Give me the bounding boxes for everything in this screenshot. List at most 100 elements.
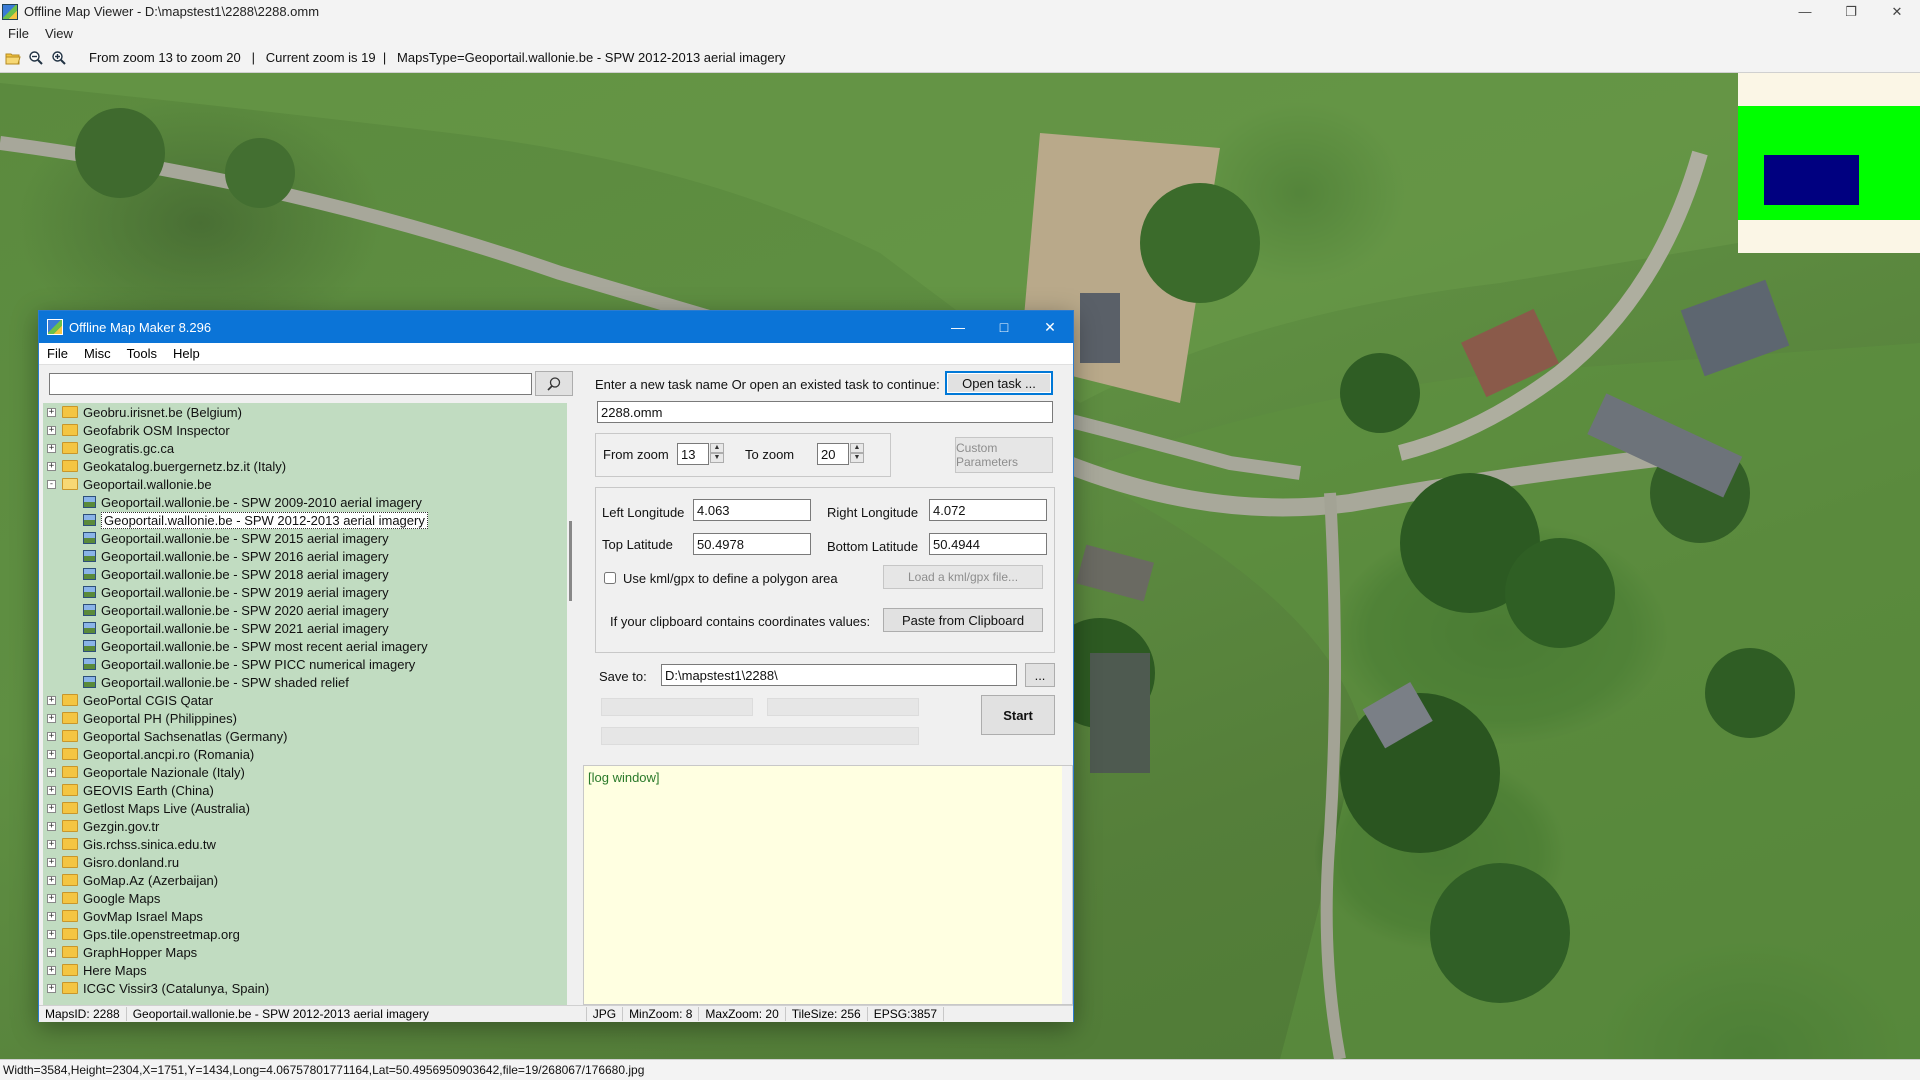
tree-folder-item[interactable]: + Here Maps [43,961,567,979]
tree-folder-item[interactable]: + Gis.rchss.sinica.edu.tw [43,835,567,853]
custom-parameters-button[interactable]: Custom Parameters [955,437,1053,473]
expand-icon[interactable]: + [47,695,56,705]
tree-map-item[interactable]: Geoportail.wallonie.be - SPW 2015 aerial… [43,529,567,547]
maximize-icon[interactable]: ❐ [1828,0,1874,23]
paste-clipboard-button[interactable]: Paste from Clipboard [883,608,1043,632]
search-input[interactable] [49,373,532,395]
tree-folder-item[interactable]: + Getlost Maps Live (Australia) [43,799,567,817]
zoom-in-icon[interactable] [49,48,69,68]
expand-icon[interactable]: + [47,731,56,741]
tree-folder-item[interactable]: + Geofabrik OSM Inspector [43,421,567,439]
tree-map-item[interactable]: Geoportail.wallonie.be - SPW most recent… [43,637,567,655]
zoom-out-icon[interactable] [26,48,46,68]
task-name-input[interactable] [597,401,1053,423]
tree-map-item[interactable]: Geoportail.wallonie.be - SPW 2021 aerial… [43,619,567,637]
log-scrollbar[interactable] [1062,766,1072,1004]
close-icon[interactable]: ✕ [1874,0,1920,23]
minimize-icon[interactable]: — [1782,0,1828,23]
expand-icon[interactable]: + [47,749,56,759]
expand-icon[interactable]: + [47,893,56,903]
tree-folder-item[interactable]: + GovMap Israel Maps [43,907,567,925]
tree-map-item[interactable]: Geoportail.wallonie.be - SPW 2019 aerial… [43,583,567,601]
browse-button[interactable]: ... [1025,663,1055,687]
open-folder-icon[interactable] [3,48,23,68]
tree-map-item[interactable]: Geoportail.wallonie.be - SPW 2020 aerial… [43,601,567,619]
from-zoom-input[interactable] [677,443,709,465]
map-source-tree[interactable]: + Geobru.irisnet.be (Belgium) + Geofabrik O… [43,403,567,1005]
expand-icon[interactable]: + [47,767,56,777]
expand-icon[interactable]: + [47,857,56,867]
maker-menu-help[interactable]: Help [165,346,208,361]
tree-folder-item[interactable]: + ICGC Vissir3 (Catalunya, Spain) [43,979,567,997]
tree-folder-item[interactable]: + GEOVIS Earth (China) [43,781,567,799]
tree-map-item[interactable]: Geoportail.wallonie.be - SPW 2018 aerial… [43,565,567,583]
map-maker-window: Offline Map Maker 8.296 — □ ✕ File Misc … [38,310,1074,1022]
expand-icon[interactable]: + [47,461,56,471]
maker-title: Offline Map Maker 8.296 [69,319,212,335]
maker-maximize-icon[interactable]: □ [981,311,1027,343]
expand-icon[interactable]: + [47,821,56,831]
tree-folder-item[interactable]: + Geoportale Nazionale (Italy) [43,763,567,781]
log-window[interactable]: [log window] [583,765,1073,1005]
expand-icon[interactable]: + [47,803,56,813]
start-button[interactable]: Start [981,695,1055,735]
expand-icon[interactable]: + [47,983,56,993]
bottom-latitude-input[interactable] [929,533,1047,555]
tree-map-item[interactable]: Geoportail.wallonie.be - SPW PICC numeri… [43,655,567,673]
expand-icon[interactable]: + [47,929,56,939]
tree-folder-item[interactable]: - Geoportail.wallonie.be [43,475,567,493]
expand-icon[interactable]: + [47,407,56,417]
open-task-button[interactable]: Open task ... [945,371,1053,395]
tree-folder-item[interactable]: + Google Maps [43,889,567,907]
folder-icon [62,748,78,760]
save-path-input[interactable] [661,664,1017,686]
menu-file[interactable]: File [0,26,37,41]
expand-icon[interactable]: + [47,875,56,885]
use-kml-checkbox[interactable] [604,572,616,584]
left-longitude-input[interactable] [693,499,811,521]
collapse-icon[interactable]: - [47,479,56,489]
top-latitude-input[interactable] [693,533,811,555]
overview-viewport[interactable] [1764,155,1859,205]
tree-folder-item[interactable]: + Geoportal Sachsenatlas (Germany) [43,727,567,745]
tree-folder-item[interactable]: + Gps.tile.openstreetmap.org [43,925,567,943]
tree-folder-item[interactable]: + Geobru.irisnet.be (Belgium) [43,403,567,421]
load-kml-button[interactable]: Load a kml/gpx file... [883,565,1043,589]
right-longitude-input[interactable] [929,499,1047,521]
expand-icon[interactable]: + [47,839,56,849]
expand-icon[interactable]: + [47,425,56,435]
to-zoom-stepper[interactable]: ▲ ▼ [850,443,864,463]
from-zoom-stepper[interactable]: ▲ ▼ [710,443,724,463]
tree-map-item[interactable]: Geoportail.wallonie.be - SPW 2016 aerial… [43,547,567,565]
overview-map[interactable] [1738,73,1920,253]
tree-folder-item[interactable]: + Gisro.donland.ru [43,853,567,871]
maker-menu-tools[interactable]: Tools [119,346,165,361]
tree-map-item[interactable]: Geoportail.wallonie.be - SPW 2012-2013 a… [43,511,567,529]
log-text: [log window] [588,770,660,785]
tree-folder-item[interactable]: + GraphHopper Maps [43,943,567,961]
menu-view[interactable]: View [37,26,81,41]
tree-map-item[interactable]: Geoportail.wallonie.be - SPW shaded reli… [43,673,567,691]
expand-icon[interactable]: + [47,947,56,957]
search-button[interactable] [535,371,573,396]
tree-folder-item[interactable]: + Geoportal PH (Philippines) [43,709,567,727]
tree-folder-item[interactable]: + GoMap.Az (Azerbaijan) [43,871,567,889]
tree-folder-item[interactable]: + Geogratis.gc.ca [43,439,567,457]
folder-icon [62,802,78,814]
tree-scrollbar[interactable] [567,403,575,1005]
tree-folder-item[interactable]: + GeoPortal CGIS Qatar [43,691,567,709]
expand-icon[interactable]: + [47,443,56,453]
tree-folder-item[interactable]: + Geoportal.ancpi.ro (Romania) [43,745,567,763]
to-zoom-input[interactable] [817,443,849,465]
maker-menu-misc[interactable]: Misc [76,346,119,361]
maker-minimize-icon[interactable]: — [935,311,981,343]
maker-close-icon[interactable]: ✕ [1027,311,1073,343]
expand-icon[interactable]: + [47,713,56,723]
expand-icon[interactable]: + [47,785,56,795]
expand-icon[interactable]: + [47,911,56,921]
tree-folder-item[interactable]: + Geokatalog.buergernetz.bz.it (Italy) [43,457,567,475]
expand-icon[interactable]: + [47,965,56,975]
maker-menu-file[interactable]: File [39,346,76,361]
tree-folder-item[interactable]: + Gezgin.gov.tr [43,817,567,835]
tree-map-item[interactable]: Geoportail.wallonie.be - SPW 2009-2010 a… [43,493,567,511]
